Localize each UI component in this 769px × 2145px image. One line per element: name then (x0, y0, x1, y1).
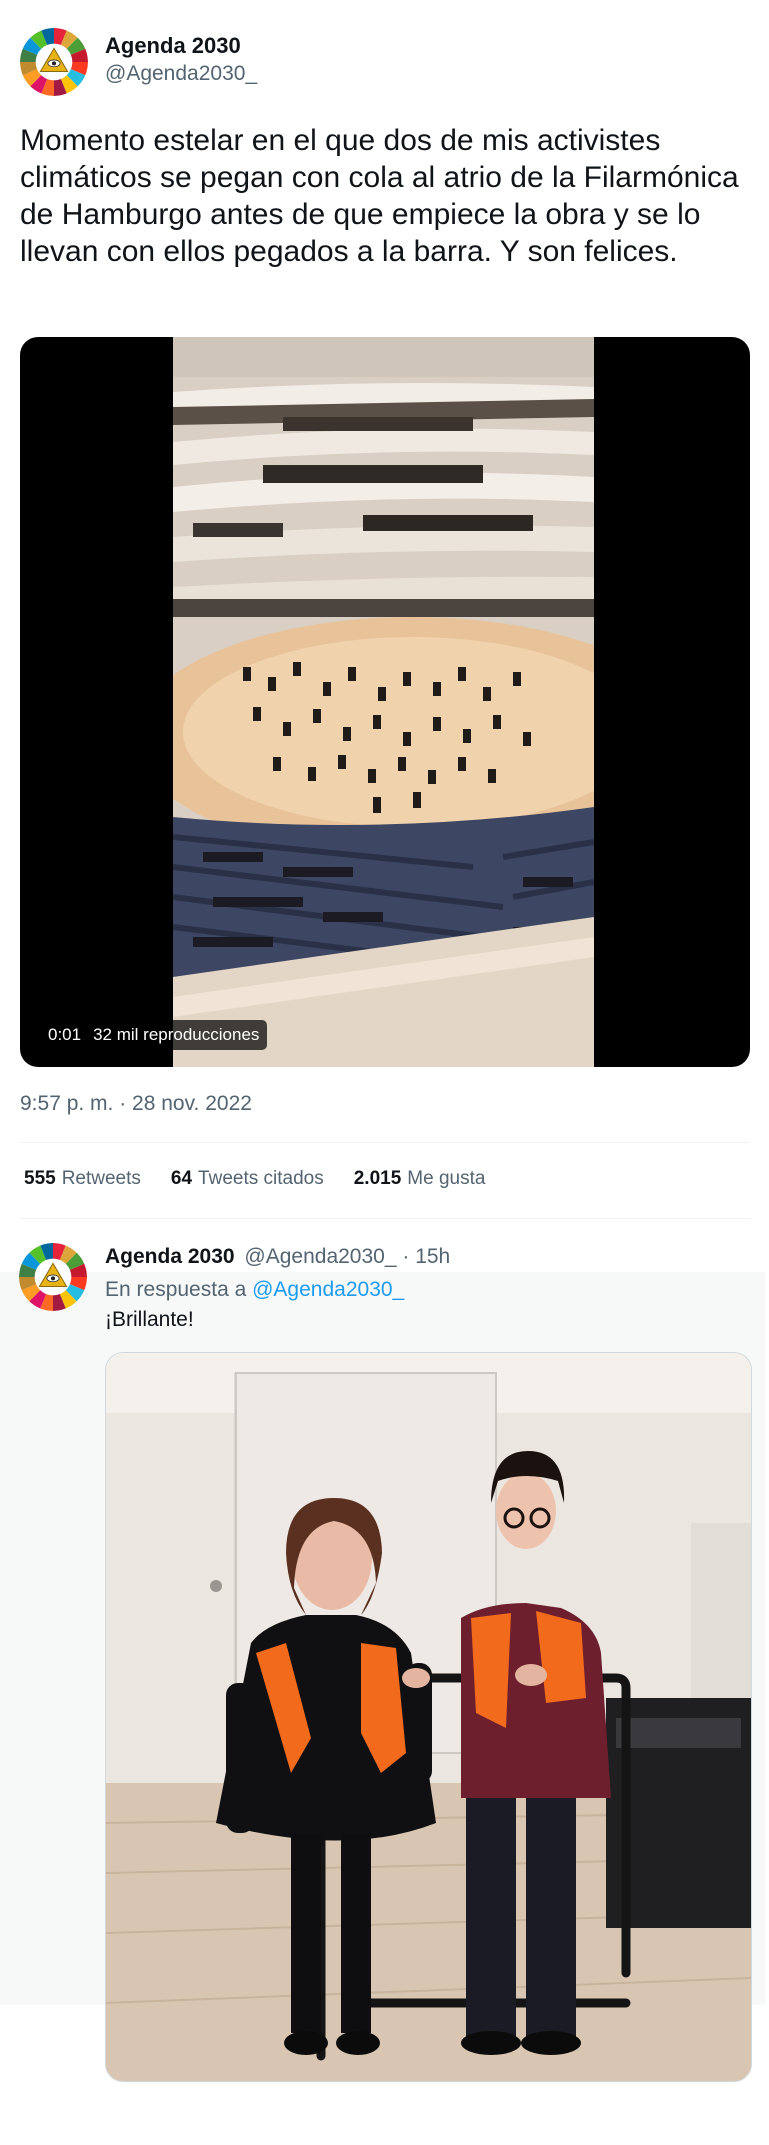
video-views: 32 mil reproducciones (93, 1025, 260, 1044)
tweet-stats: 555 Retweets 64 Tweets citados 2.015 Me gus… (24, 1168, 485, 1190)
sdg-wheel-eye-icon (20, 28, 88, 96)
quotes-count: 64 (170, 1168, 193, 1189)
reply-author-handle[interactable]: @Agenda2030_ (244, 1245, 396, 1268)
video-frame (173, 337, 594, 1067)
tweet-video[interactable]: 0:01 32 mil reproducciones (20, 337, 750, 1067)
tweet-timestamp[interactable]: 9:57 p. m. · 28 nov. 2022 (20, 1092, 252, 1116)
reply-image[interactable] (105, 1352, 752, 2082)
retweets-stat[interactable]: 555 Retweets (24, 1168, 141, 1190)
likes-label: Me gusta (407, 1168, 486, 1189)
author-name[interactable]: Agenda 2030 (105, 33, 241, 59)
reply-avatar[interactable] (19, 1243, 87, 1311)
divider (20, 1218, 750, 1219)
retweets-count: 555 (24, 1168, 56, 1189)
tweet-text: Momento estelar en el que dos de mis act… (20, 124, 739, 268)
quotes-stat[interactable]: 64 Tweets citados (171, 1168, 324, 1190)
video-info-badge: 0:01 32 mil reproducciones (40, 1020, 268, 1050)
divider (20, 1142, 750, 1143)
quotes-label: Tweets citados (198, 1168, 324, 1189)
retweets-label: Retweets (61, 1168, 141, 1189)
author-avatar[interactable] (20, 28, 88, 96)
reply-author-name[interactable]: Agenda 2030 (105, 1245, 235, 1268)
reply-context-mention[interactable]: @Agenda2030_ (252, 1278, 404, 1301)
video-elapsed: 0:01 (48, 1025, 82, 1044)
likes-stat[interactable]: 2.015 Me gusta (354, 1168, 486, 1190)
reply-context-prefix: En respuesta a (105, 1278, 247, 1301)
reply-context: En respuesta a @Agenda2030_ (105, 1278, 404, 1302)
reply-text: ¡Brillante! (105, 1308, 194, 1331)
author-handle[interactable]: @Agenda2030_ (105, 62, 257, 86)
sdg-wheel-eye-icon (19, 1243, 87, 1311)
likes-count: 2.015 (353, 1168, 402, 1189)
reply-time[interactable]: · 15h (402, 1245, 450, 1268)
reply-header: Agenda 2030 @Agenda2030_ · 15h (105, 1245, 450, 1269)
